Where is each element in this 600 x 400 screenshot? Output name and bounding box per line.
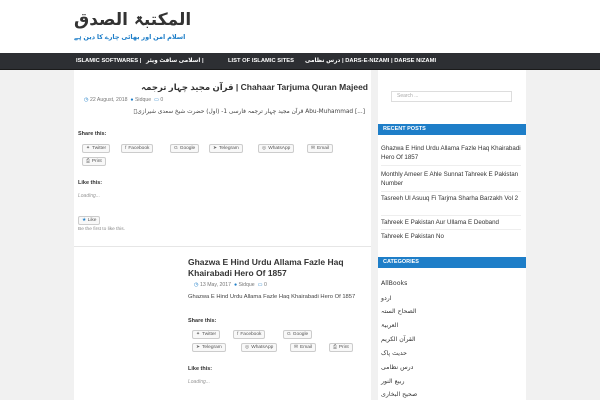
nav-item-dars-e-nizami[interactable]: درس نظامی | DARS-E-NIZAMI | DARSE NIZAMI xyxy=(305,53,436,70)
email-icon: ✉ xyxy=(294,345,299,350)
post-title[interactable]: Ghazwa E Hind Urdu Allama Fazle Haq Khai… xyxy=(188,257,358,279)
post-article: Ghazwa E Hind Urdu Allama Fazle Haq Khai… xyxy=(74,248,371,400)
post-date[interactable]: 13 May, 2017 xyxy=(200,282,231,288)
site-header: المکتبۃ الصدق اسلام امن اور بھائی چارے ک… xyxy=(0,0,600,53)
share-email-button[interactable]: ✉ Email xyxy=(290,343,317,352)
share-whatsapp-button[interactable]: ◎ WhatsApp xyxy=(258,144,295,153)
category-link[interactable]: درس نظامی xyxy=(381,363,521,372)
telegram-icon: ➤ xyxy=(213,146,218,151)
twitter-icon: ✦ xyxy=(86,146,91,151)
clock-icon: ◷ xyxy=(194,282,199,288)
share-label: Share this: xyxy=(188,318,217,324)
nav-item-islamic-sites[interactable]: LIST OF ISLAMIC SITES xyxy=(228,53,294,70)
post-excerpt: قرآن مجید چہار ترجمہ فارسی 1- (اول) حضرت… xyxy=(133,109,365,115)
share-print-button[interactable]: ⎙ Print xyxy=(329,343,353,352)
category-link[interactable]: صحیح البخاری xyxy=(381,390,521,399)
recent-post-link[interactable]: Ghazwa E Hind Urdu Allama Fazle Haq Khai… xyxy=(381,144,521,162)
recent-post-link[interactable]: Monthly Ameer E Ahle Sunnat Tahreek E Pa… xyxy=(381,170,521,188)
user-icon: ● xyxy=(130,97,134,103)
print-icon: ⎙ xyxy=(86,159,90,164)
divider xyxy=(381,165,521,166)
category-link[interactable]: حدیث پاک xyxy=(381,349,521,358)
category-link[interactable]: القرآن الکریم xyxy=(381,335,521,344)
print-icon: ⎙ xyxy=(333,345,337,350)
post-comments[interactable]: 0 xyxy=(160,97,163,103)
post-article: قرآن مجید چہار ترجمہ | Chahaar Tarjuma Q… xyxy=(74,70,371,248)
like-loading: Loading... xyxy=(78,193,100,199)
site-tagline: اسلام امن اور بھائی چارے کا دین ہے xyxy=(74,34,186,41)
share-whatsapp-button[interactable]: ◎ WhatsApp xyxy=(241,343,278,352)
like-label: Like this: xyxy=(188,366,213,372)
google-icon: G xyxy=(174,146,178,151)
telegram-icon: ➤ xyxy=(196,345,201,350)
twitter-icon: ✦ xyxy=(196,332,201,337)
share-print-button[interactable]: ⎙ Print xyxy=(82,157,106,166)
share-label: Share this: xyxy=(78,131,107,137)
share-twitter-button[interactable]: ✦ Twitter xyxy=(192,330,221,339)
post-meta: ◷ 13 May, 2017 ● Sidque ▭ 0 xyxy=(194,282,267,288)
whatsapp-icon: ◎ xyxy=(262,146,267,151)
post-meta: ◷ 22 August, 2018 ● Sidque ▭ 0 xyxy=(84,97,163,103)
like-loading: Loading... xyxy=(188,379,210,385)
category-link[interactable]: العربیۃ xyxy=(381,321,521,330)
like-label: Like this: xyxy=(78,180,103,186)
post-excerpt: Ghazwa E Hind Urdu Allama Fazle Haq Khai… xyxy=(188,294,356,300)
share-twitter-button[interactable]: ✦ Twitter xyxy=(82,144,111,153)
share-facebook-button[interactable]: f Facebook xyxy=(233,330,266,339)
post-separator xyxy=(74,246,371,247)
nav-item-islamic-softwares-urdu[interactable]: اسلامی سافٹ ویئر | xyxy=(146,53,204,70)
share-telegram-button[interactable]: ➤ Telegram xyxy=(209,144,243,153)
like-button[interactable]: ★ Like xyxy=(78,216,101,225)
facebook-icon: f xyxy=(125,146,127,151)
search-input[interactable]: Search ... xyxy=(391,91,512,102)
recent-post-link[interactable]: Tasreeh Ul Asuuq Fi Tarjma Sharha Barzak… xyxy=(381,194,521,203)
post-author[interactable]: Sidque xyxy=(135,97,151,103)
email-icon: ✉ xyxy=(311,146,316,151)
divider xyxy=(381,191,521,192)
share-facebook-button[interactable]: f Facebook xyxy=(121,144,154,153)
nav-item-islamic-softwares[interactable]: ISLAMIC SOFTWARES | xyxy=(76,53,141,70)
comment-icon: ▭ xyxy=(154,97,159,103)
share-telegram-button[interactable]: ➤ Telegram xyxy=(192,343,226,352)
share-google-button[interactable]: G Google xyxy=(170,144,200,153)
divider xyxy=(381,215,521,216)
clock-icon: ◷ xyxy=(84,97,89,103)
category-link[interactable]: ربیع النور xyxy=(381,377,521,386)
whatsapp-icon: ◎ xyxy=(245,345,250,350)
site-title[interactable]: المکتبۃ الصدق xyxy=(74,9,191,30)
category-link[interactable]: الصحاح الستہ xyxy=(381,307,521,316)
post-comments[interactable]: 0 xyxy=(264,282,267,288)
category-link[interactable]: اردو xyxy=(381,294,521,303)
post-author[interactable]: Sidque xyxy=(239,282,255,288)
recent-post-link[interactable]: Tahreek E Pakistan No xyxy=(381,232,521,241)
facebook-icon: f xyxy=(237,332,239,337)
user-icon: ● xyxy=(233,282,238,288)
recent-post-link[interactable]: Tahreek E Pakistan Aur Ullama E Deoband xyxy=(381,218,521,227)
main-navigation: ISLAMIC SOFTWARES | اسلامی سافٹ ویئر | L… xyxy=(0,53,600,70)
share-email-button[interactable]: ✉ Email xyxy=(307,144,334,153)
google-icon: G xyxy=(287,332,291,337)
recent-posts-heading: RECENT POSTS xyxy=(378,124,526,135)
share-google-button[interactable]: G Google xyxy=(283,330,313,339)
post-date[interactable]: 22 August, 2018 xyxy=(90,97,128,103)
star-icon: ★ xyxy=(82,218,87,223)
divider xyxy=(381,229,521,230)
like-note: Be the first to like this. xyxy=(78,227,125,232)
categories-heading: CATEGORIES xyxy=(378,257,526,268)
post-title[interactable]: قرآن مجید چہار ترجمہ | Chahaar Tarjuma Q… xyxy=(78,82,368,93)
comment-icon: ▭ xyxy=(257,282,263,288)
category-link[interactable]: AllBooks xyxy=(381,279,521,288)
